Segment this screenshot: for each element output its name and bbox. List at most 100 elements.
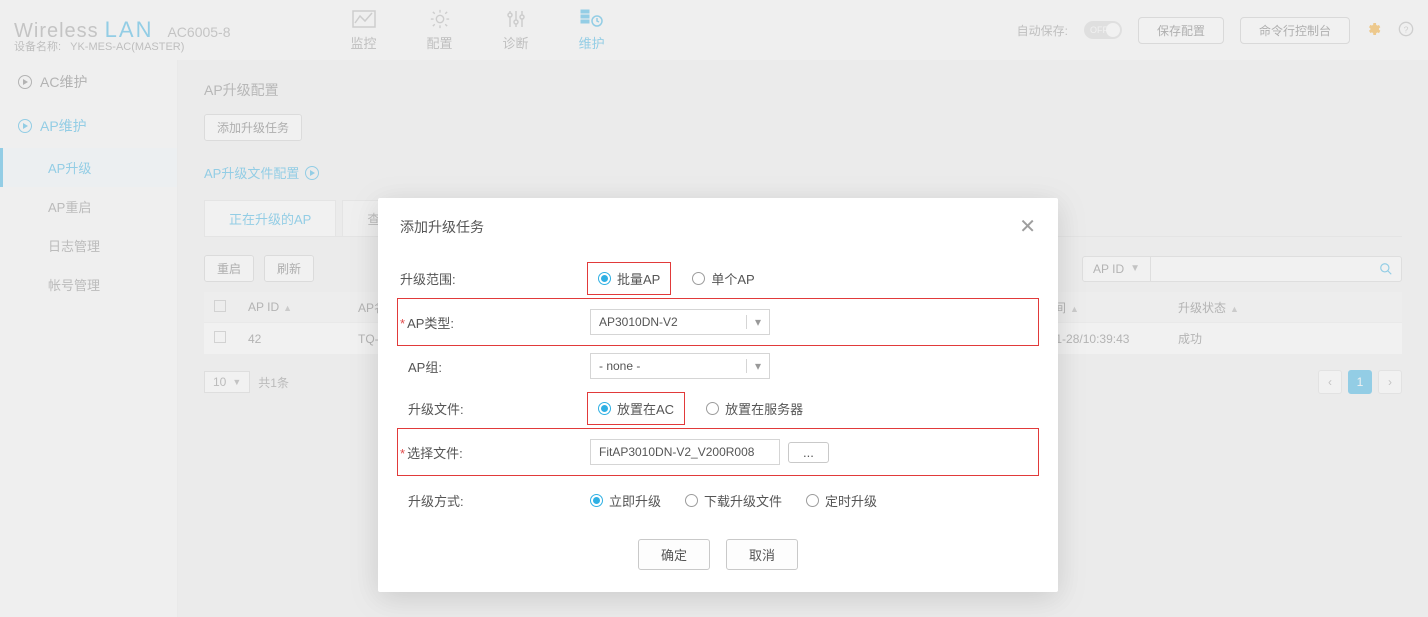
pager-page-1[interactable]: 1 — [1348, 370, 1372, 394]
caret-icon — [18, 75, 32, 89]
header-right: 自动保存: OFF 保存配置 命令行控制台 ? — [1017, 17, 1414, 44]
radio-icon — [590, 494, 603, 507]
search-field-label: AP ID — [1093, 262, 1124, 276]
nav-config[interactable]: 配置 — [427, 9, 453, 52]
play-circle-icon — [305, 166, 319, 180]
label-ap-type: AP类型: — [400, 313, 590, 332]
sidebar-item-ac-maintain[interactable]: AC维护 — [0, 60, 177, 104]
cli-console-button[interactable]: 命令行控制台 — [1240, 17, 1350, 44]
pager-next-button[interactable]: › — [1378, 370, 1402, 394]
nav-config-label: 配置 — [427, 33, 453, 52]
sidebar-sub-account-mgmt[interactable]: 帐号管理 — [0, 265, 177, 304]
caret-icon — [18, 119, 32, 133]
close-icon: ✕ — [1019, 216, 1036, 238]
checkbox-icon — [214, 331, 226, 343]
row-ap-group: AP组: - none - ▾ — [400, 345, 1036, 387]
radio-file-on-server[interactable]: 放置在服务器 — [706, 399, 803, 418]
radio-file-on-ac[interactable]: 放置在AC — [598, 399, 674, 418]
tab-upgrading-ap[interactable]: 正在升级的AP — [204, 200, 336, 236]
label-select-file: 选择文件: — [400, 443, 590, 462]
chevron-down-icon: ▾ — [746, 359, 761, 373]
sort-icon: ▲ — [283, 303, 292, 313]
radio-mode-download-label: 下载升级文件 — [704, 491, 782, 510]
ap-group-select[interactable]: - none - ▾ — [590, 353, 770, 379]
svg-text:?: ? — [1404, 24, 1409, 34]
device-name-label: 设备名称: — [14, 41, 61, 53]
radio-mode-scheduled-label: 定时升级 — [825, 491, 877, 510]
selected-file-field[interactable]: FitAP3010DN-V2_V200R008 — [590, 439, 780, 465]
cell-status: 成功 — [1168, 324, 1328, 353]
selected-file-value: FitAP3010DN-V2_V200R008 — [599, 445, 754, 459]
sidebar-item-ap-maintain[interactable]: AP维护 — [0, 104, 177, 148]
ap-upgrade-config-title: AP升级配置 — [204, 80, 1402, 100]
nav-maintain-label: 维护 — [579, 33, 605, 52]
checkbox-icon — [214, 300, 226, 312]
ap-type-value: AP3010DN-V2 — [599, 315, 678, 329]
modal-close-button[interactable]: ✕ — [1019, 214, 1036, 239]
ap-type-select[interactable]: AP3010DN-V2 ▾ — [590, 309, 770, 335]
search-combo[interactable]: AP ID ▼ — [1082, 256, 1402, 282]
modal-title: 添加升级任务 — [400, 217, 484, 237]
radio-mode-download[interactable]: 下载升级文件 — [685, 491, 782, 510]
refresh-button[interactable]: 刷新 — [264, 255, 314, 282]
save-config-button[interactable]: 保存配置 — [1138, 17, 1224, 44]
sidebar-sub-label: AP升级 — [48, 161, 91, 176]
sliders-icon — [503, 9, 529, 29]
radio-single-ap[interactable]: 单个AP — [692, 269, 754, 288]
link-text: AP升级文件配置 — [204, 163, 299, 182]
ok-button[interactable]: 确定 — [638, 539, 710, 570]
radio-icon — [806, 494, 819, 507]
add-upgrade-task-button[interactable]: 添加升级任务 — [204, 114, 302, 141]
monitor-icon — [351, 9, 377, 29]
sidebar-sub-log-mgmt[interactable]: 日志管理 — [0, 226, 177, 265]
modal-body: 升级范围: 批量AP 单个AP AP类型: AP3010DN-V2 — [378, 251, 1058, 521]
col-upgrade-status[interactable]: 升级状态 ▲ — [1168, 293, 1328, 322]
add-upgrade-task-modal: 添加升级任务 ✕ 升级范围: 批量AP 单个AP AP类型: — [378, 198, 1058, 592]
nav-maintain[interactable]: 维护 — [579, 9, 605, 52]
pager-prev-button[interactable]: ‹ — [1318, 370, 1342, 394]
cell-checkbox[interactable] — [204, 325, 238, 352]
autosave-toggle-text: OFF — [1090, 25, 1108, 35]
app-header: Wireless LAN AC6005-8 设备名称: YK-MES-AC(MA… — [0, 0, 1428, 60]
search-input[interactable] — [1151, 257, 1371, 281]
sort-icon: ▲ — [1230, 304, 1239, 314]
search-field-selector[interactable]: AP ID ▼ — [1083, 257, 1151, 281]
ap-group-value: - none - — [599, 359, 640, 373]
cell-apid: 42 — [238, 326, 348, 352]
ap-upgrade-file-config-link[interactable]: AP升级文件配置 — [204, 163, 1402, 182]
pager-total: 共1条 — [258, 374, 289, 391]
device-name-row: 设备名称: YK-MES-AC(MASTER) — [14, 38, 184, 54]
page-size-selector[interactable]: 10 ▼ — [204, 371, 250, 393]
nav-diagnose[interactable]: 诊断 — [503, 9, 529, 52]
settings-icon[interactable] — [1366, 21, 1382, 40]
label-upgrade-mode: 升级方式: — [400, 491, 590, 510]
col-apid[interactable]: AP ID▲ — [238, 294, 348, 320]
sidebar-sub-ap-upgrade[interactable]: AP升级 — [0, 148, 177, 187]
radio-icon — [692, 272, 705, 285]
cancel-button[interactable]: 取消 — [726, 539, 798, 570]
row-upgrade-mode: 升级方式: 立即升级 下载升级文件 定时升级 — [400, 479, 1036, 521]
radio-icon — [706, 402, 719, 415]
radio-mode-now[interactable]: 立即升级 — [590, 491, 661, 510]
sort-icon: ▲ — [1070, 304, 1079, 314]
col-checkbox[interactable] — [204, 294, 238, 321]
autosave-toggle[interactable]: OFF — [1084, 21, 1122, 39]
row-upgrade-file-loc: 升级文件: 放置在AC 放置在服务器 — [400, 387, 1036, 429]
autosave-label: 自动保存: — [1017, 22, 1068, 39]
sidebar-sub-label: 日志管理 — [48, 239, 100, 254]
top-nav: 监控 配置 诊断 维护 — [351, 9, 605, 52]
nav-diagnose-label: 诊断 — [503, 33, 529, 52]
row-select-file: 选择文件: FitAP3010DN-V2_V200R008 ... — [400, 431, 1036, 473]
sidebar-sub-ap-reboot[interactable]: AP重启 — [0, 187, 177, 226]
radio-batch-ap[interactable]: 批量AP — [598, 269, 660, 288]
search-button[interactable] — [1371, 262, 1401, 276]
browse-file-button[interactable]: ... — [788, 442, 829, 463]
nav-monitor[interactable]: 监控 — [351, 9, 377, 52]
help-icon[interactable]: ? — [1398, 21, 1414, 40]
restart-button[interactable]: 重启 — [204, 255, 254, 282]
radio-mode-scheduled[interactable]: 定时升级 — [806, 491, 877, 510]
col-status-label: 升级状态 — [1178, 301, 1226, 315]
chevron-down-icon: ▾ — [746, 315, 761, 329]
radio-icon — [598, 272, 611, 285]
radio-single-ap-label: 单个AP — [711, 269, 754, 288]
